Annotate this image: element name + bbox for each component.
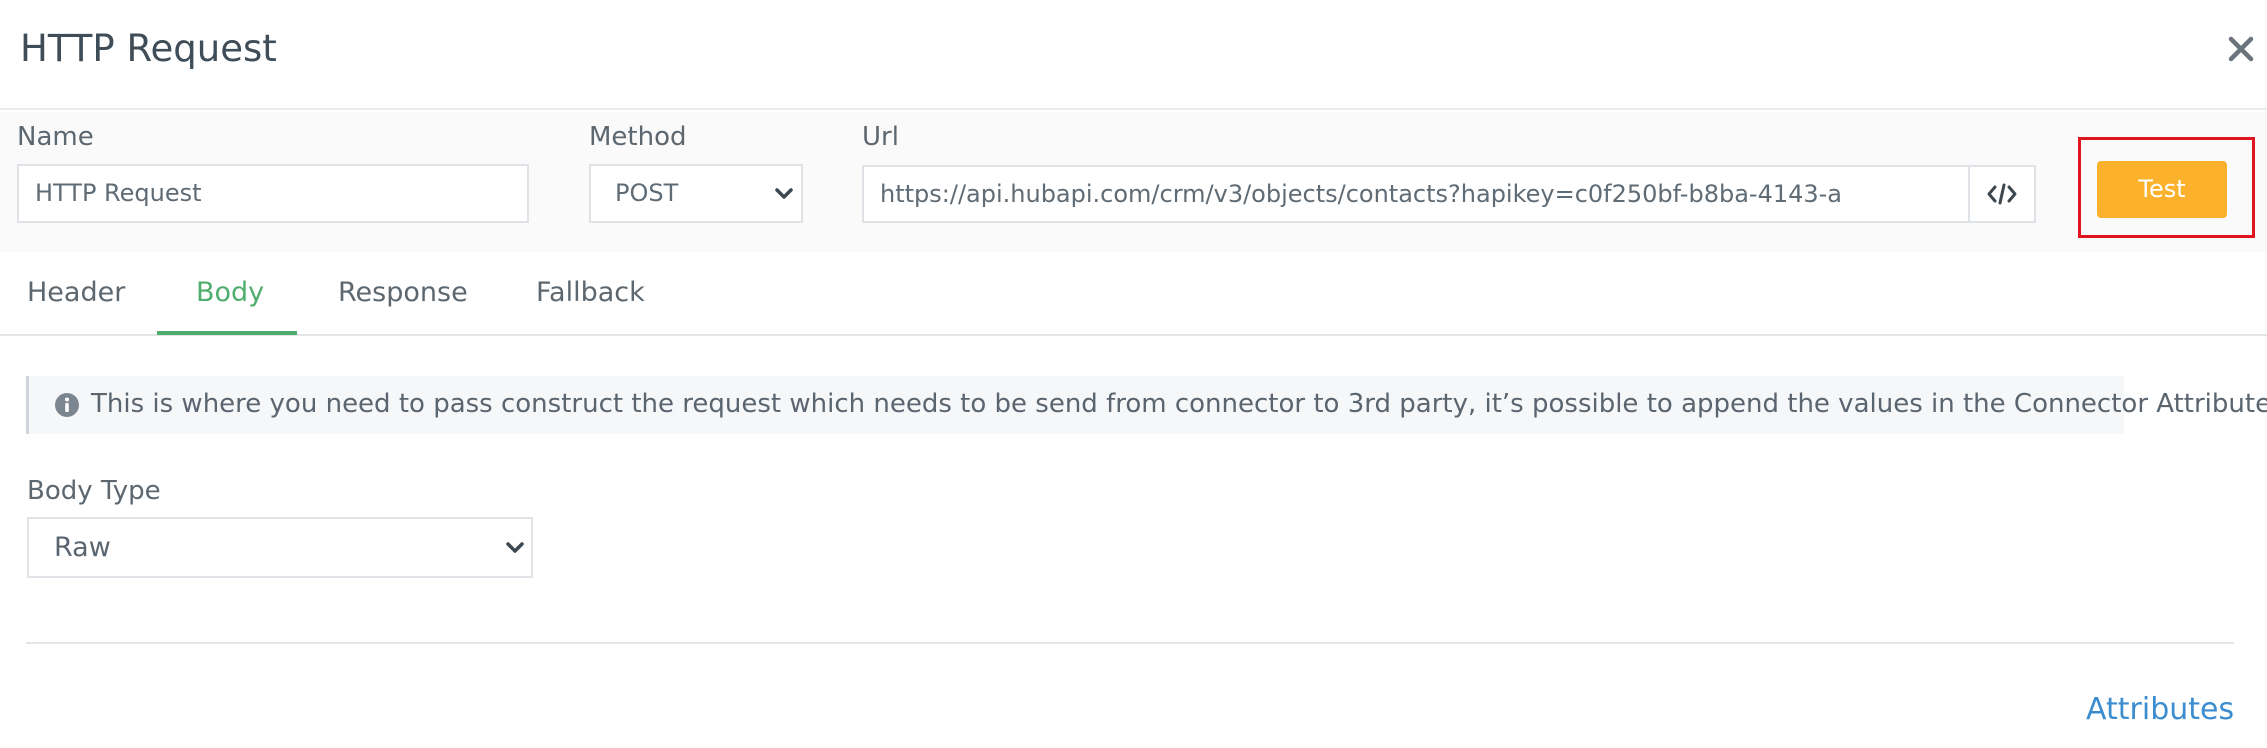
method-select-value: POST — [615, 179, 679, 207]
info-text: This is where you need to pass construct… — [91, 389, 2267, 419]
body-type-chevron-down-icon — [506, 542, 524, 553]
name-input[interactable]: HTTP Request — [17, 164, 529, 223]
tab-fallback[interactable]: Fallback — [536, 252, 645, 334]
method-chevron-down-icon — [775, 188, 793, 199]
info-alert: This is where you need to pass construct… — [26, 376, 2267, 434]
tab-header[interactable]: Header — [27, 252, 125, 334]
modal-header: HTTP Request — [0, 0, 2267, 110]
url-label: Url — [862, 122, 899, 152]
test-button[interactable]: Test — [2097, 161, 2227, 218]
active-tab-indicator — [157, 331, 297, 335]
url-code-button[interactable] — [1968, 165, 2036, 223]
code-icon — [1987, 183, 2017, 205]
section-divider — [26, 642, 2234, 644]
modal-title: HTTP Request — [20, 27, 277, 70]
url-input[interactable]: https://api.hubapi.com/crm/v3/objects/co… — [862, 165, 1970, 223]
method-select[interactable]: POST — [589, 164, 803, 223]
tab-response[interactable]: Response — [338, 252, 468, 334]
tab-bar: Header Body Response Fallback — [0, 252, 2267, 336]
name-label: Name — [17, 122, 94, 152]
body-type-value: Raw — [54, 532, 111, 563]
body-type-label: Body Type — [27, 476, 161, 506]
body-type-select[interactable]: Raw — [27, 517, 533, 578]
info-circle-icon — [55, 393, 79, 417]
close-button[interactable] — [2226, 34, 2256, 64]
close-icon — [2228, 36, 2254, 62]
attributes-link[interactable]: Attributes — [2086, 690, 2234, 730]
tab-body[interactable]: Body — [196, 252, 264, 334]
http-request-modal: HTTP Request Name HTTP Request Method PO… — [0, 0, 2267, 748]
method-label: Method — [589, 122, 687, 152]
